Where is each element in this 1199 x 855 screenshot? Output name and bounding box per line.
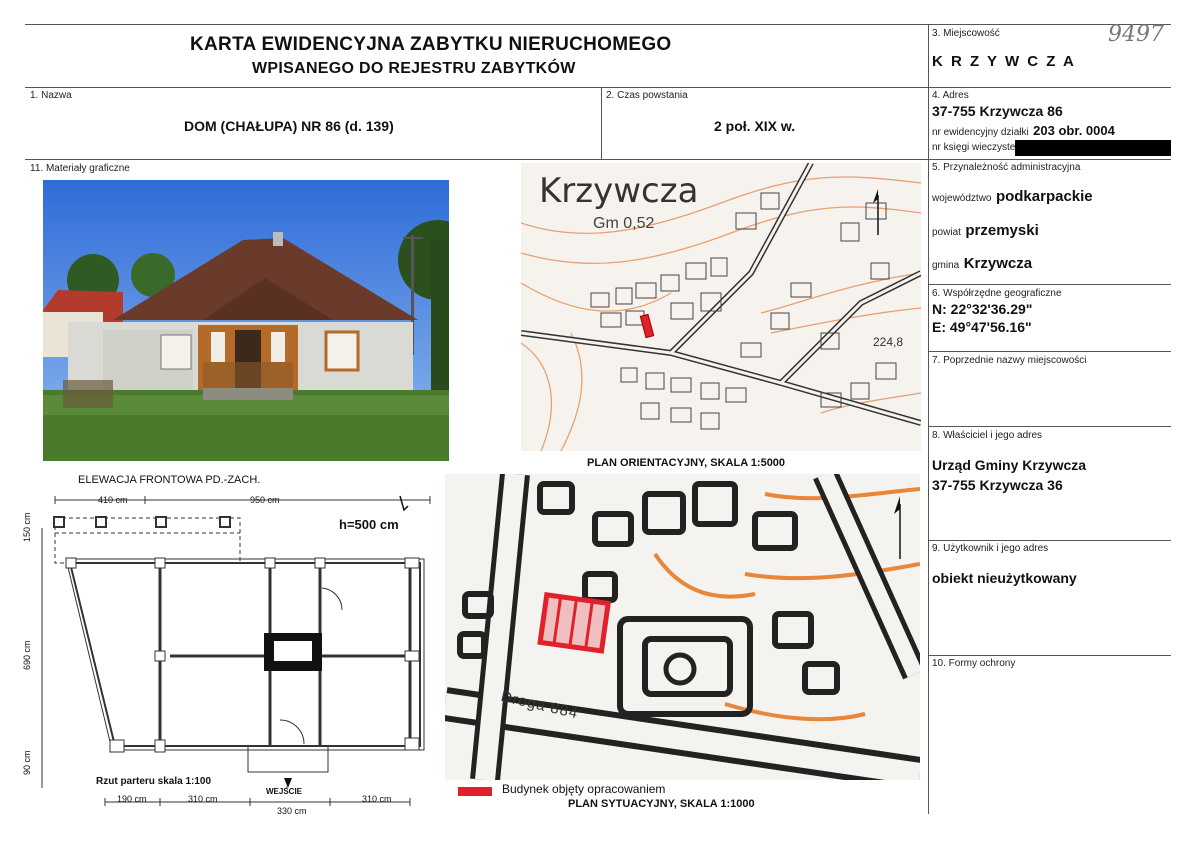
- orientation-map-caption: PLAN ORIENTACYJNY, SKALA 1:5000: [587, 457, 786, 469]
- nazwa-value: DOM (CHAŁUPA) NR 86 (d. 139): [184, 118, 394, 134]
- map-place-label: Krzywcza: [539, 171, 699, 211]
- dim-410: 410 cm: [98, 495, 128, 505]
- card-subtitle: WPISANEGO DO REJESTRU ZABYTKÓW: [252, 60, 576, 77]
- wejscie-label: WEJŚCIE: [266, 787, 303, 796]
- adres-label: 4. Adres: [932, 90, 969, 101]
- dim-190: 190 cm: [117, 794, 147, 804]
- miejscowosc-label: 3. Miejscowość: [932, 28, 1000, 39]
- situational-map-caption: PLAN SYTUACYJNY, SKALA 1:1000: [568, 798, 755, 810]
- floor-plan-drawing: [41, 495, 431, 806]
- redaction-bar: [1015, 140, 1171, 156]
- czas-label: 2. Czas powstania: [606, 90, 688, 101]
- powiat-row: powiat przemyski: [932, 222, 1039, 240]
- formy-label: 10. Formy ochrony: [932, 658, 1016, 669]
- map-height-label: 224,8: [873, 335, 904, 349]
- rzut-label: Rzut parteru skala 1:100: [96, 776, 212, 787]
- uzytkownik-label: 9. Użytkownik i jego adres: [932, 543, 1049, 554]
- map-gm-label: Gm 0,52: [593, 215, 655, 232]
- situational-map: Droga 884: [445, 474, 920, 780]
- house-photo-image: [43, 180, 449, 461]
- gmina-label: gmina: [932, 260, 960, 271]
- czas-value: 2 poł. XIX w.: [714, 118, 796, 134]
- adres-value: 37-755 Krzywcza 86: [932, 103, 1063, 119]
- wojewodztwo-row: województwo podkarpackie: [932, 188, 1093, 206]
- uzytkownik-value: obiekt nieużytkowany: [932, 570, 1077, 586]
- card-title: KARTA EWIDENCYJNA ZABYTKU NIERUCHOMEGO: [190, 34, 672, 55]
- dim-90: 90 cm: [22, 750, 32, 775]
- dim-150: 150 cm: [22, 512, 32, 542]
- dzialka-value: 203 obr. 0004: [1033, 123, 1115, 138]
- poprzednie-label: 7. Poprzednie nazwy miejscowości: [932, 355, 1087, 366]
- wlasciciel-label: 8. Właściciel i jego adres: [932, 430, 1043, 441]
- dim-950: 950 cm: [250, 495, 280, 505]
- dim-330: 330 cm: [277, 806, 307, 816]
- wspolrzedne-label: 6. Współrzędne geograficzne: [932, 288, 1062, 299]
- house-photo: [43, 180, 449, 461]
- handwritten-number: 9497: [1108, 22, 1164, 47]
- przynaleznosc-label: 5. Przynależność administracyjna: [932, 162, 1081, 173]
- powiat-label: powiat: [932, 227, 961, 238]
- ksiega-label: nr księgi wieczystej: [932, 142, 1018, 153]
- powiat-value: przemyski: [965, 222, 1039, 239]
- legend-swatch: [458, 787, 492, 796]
- elevation-caption: ELEWACJA FRONTOWA PD.-ZACH.: [78, 474, 261, 486]
- floor-plan: [30, 488, 440, 818]
- dzialka-label: nr ewidencyjny działki: [932, 127, 1029, 138]
- gmina-row: gmina Krzywcza: [932, 255, 1032, 273]
- orientation-map: Krzywcza Gm 0,52 224,8: [521, 163, 921, 451]
- wlasciciel-line2: 37-755 Krzywcza 36: [932, 477, 1063, 493]
- legend-label: Budynek objęty opracowaniem: [502, 782, 666, 796]
- height-label: h=500 cm: [339, 517, 399, 532]
- gmina-value: Krzywcza: [963, 255, 1033, 272]
- wlasciciel-line1: Urząd Gminy Krzywcza: [932, 457, 1087, 473]
- dim-690: 690 cm: [22, 640, 32, 670]
- dzialka-row: nr ewidencyjny działki 203 obr. 0004: [932, 122, 1115, 140]
- situational-map-image: [445, 474, 920, 780]
- miejscowosc-value: K R Z Y W C Z A: [932, 53, 1076, 70]
- wojewodztwo-label: województwo: [932, 193, 992, 204]
- coord-n: N: 22°32'36.29": [932, 301, 1033, 317]
- nazwa-label: 1. Nazwa: [30, 90, 72, 101]
- wojewodztwo-value: podkarpackie: [995, 188, 1093, 205]
- dim-310a: 310 cm: [188, 794, 218, 804]
- coord-e: E: 49°47'56.16": [932, 319, 1032, 335]
- materialy-label: 11. Materiały graficzne: [30, 163, 130, 174]
- dim-310b: 310 cm: [362, 794, 392, 804]
